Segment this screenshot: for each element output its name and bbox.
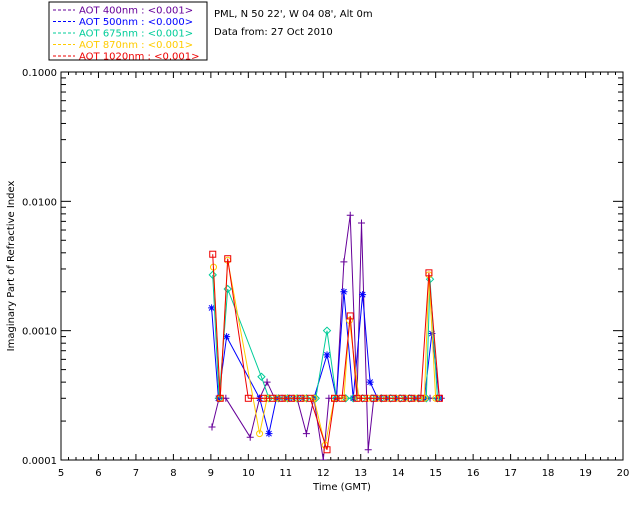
x-tick-label: 14 (392, 468, 405, 479)
data-date: Data from: 27 Oct 2010 (214, 27, 333, 38)
y-tick-label: 0.0100 (22, 197, 57, 208)
y-axis: 0.0001 0.0010 0.0100 0.1000 (22, 68, 623, 467)
x-tick-label: 8 (170, 468, 176, 479)
x-tick-label: 18 (542, 468, 555, 479)
legend-label: AOT 870nm : <0.001> (79, 40, 193, 51)
data-point (302, 430, 310, 438)
y-tick-label: 0.1000 (22, 68, 57, 79)
data-point (319, 456, 327, 460)
x-tick-label: 12 (317, 468, 330, 479)
y-axis-label: Imaginary Part of Refractive Index (6, 181, 17, 352)
data-point (246, 433, 254, 441)
legend-label: AOT 1020nm : <0.001> (79, 52, 199, 63)
y-tick-label: 0.0001 (22, 456, 57, 467)
x-tick-label: 11 (279, 468, 292, 479)
data-point (340, 258, 348, 266)
legend: AOT 400nm : <0.001>AOT 500nm : <0.000>AO… (48, 1, 208, 63)
x-tick-label: 17 (504, 468, 517, 479)
legend-label: AOT 675nm : <0.001> (79, 29, 193, 40)
data-point (364, 446, 372, 454)
data-point (366, 378, 374, 386)
data-point (346, 211, 354, 219)
x-tick-label: 19 (579, 468, 592, 479)
x-tick-label: 13 (354, 468, 367, 479)
series-line (211, 291, 440, 434)
x-tick-label: 7 (133, 468, 139, 479)
x-tick-label: 15 (429, 468, 442, 479)
chart-canvas: AOT 400nm : <0.001>AOT 500nm : <0.000>AO… (6, 1, 630, 493)
x-tick-label: 16 (467, 468, 480, 479)
x-tick-label: 20 (617, 468, 630, 479)
x-tick-label: 6 (95, 468, 101, 479)
x-axis-label: Time (GMT) (312, 482, 371, 493)
series-2 (208, 270, 442, 403)
data-point (340, 288, 348, 296)
data-point (265, 430, 273, 438)
series-layer (208, 211, 445, 460)
data-point (357, 219, 365, 227)
data-point (323, 351, 331, 359)
x-tick-label: 5 (58, 468, 64, 479)
data-point (208, 423, 216, 431)
plot-frame (60, 71, 624, 461)
series-0 (208, 211, 445, 460)
y-tick-label: 0.0010 (22, 327, 57, 338)
station-info: PML, N 50 22', W 04 08', Alt 0m (214, 9, 373, 20)
series-line (212, 274, 438, 399)
legend-label: AOT 500nm : <0.000> (79, 17, 193, 28)
data-point (359, 291, 367, 299)
x-tick-label: 10 (242, 468, 255, 479)
x-tick-label: 9 (208, 468, 214, 479)
series-line (212, 254, 440, 450)
legend-label: AOT 400nm : <0.001> (79, 6, 193, 17)
